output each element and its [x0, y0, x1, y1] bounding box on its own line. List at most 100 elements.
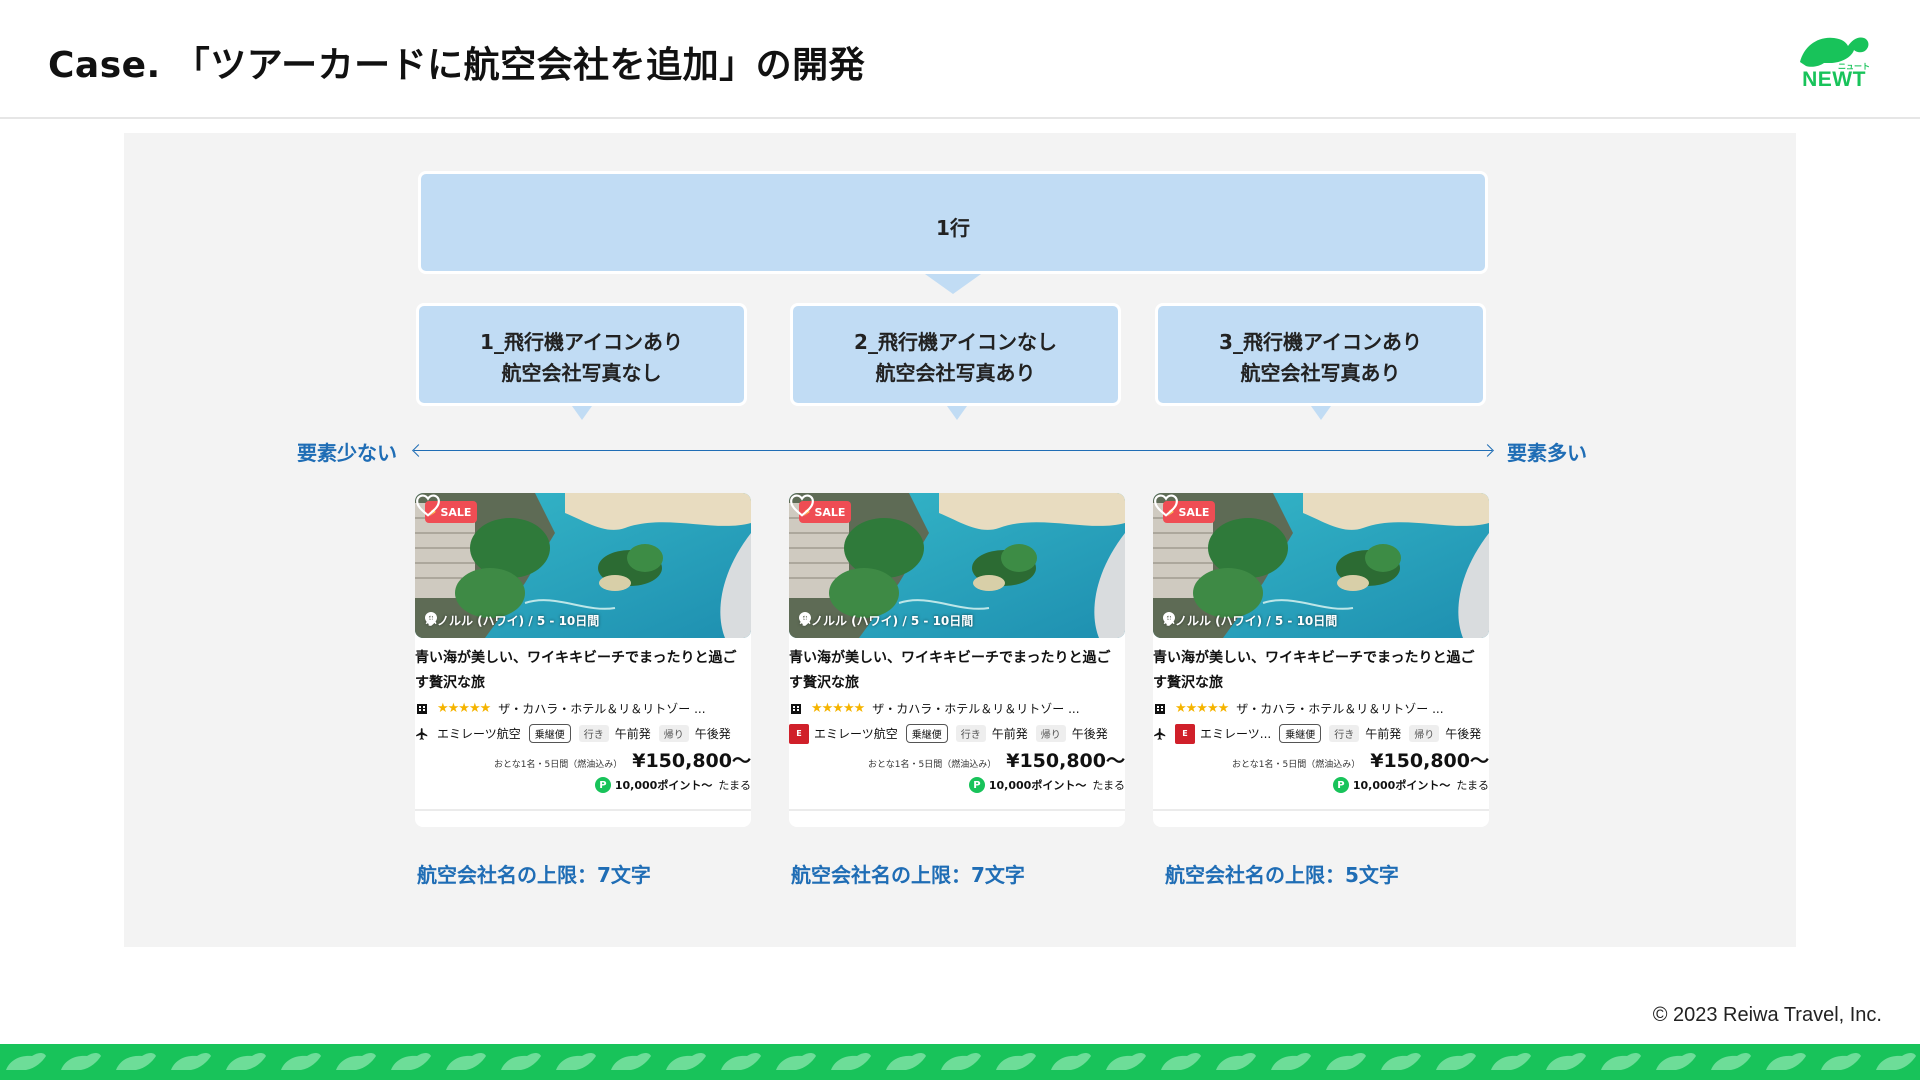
axis-line — [414, 450, 1492, 451]
turtle-pattern-mark — [171, 1053, 211, 1070]
top-bubble: 1行 — [418, 171, 1488, 274]
logo-text: NEWT — [1802, 68, 1866, 91]
airline-name: エミレーツ航空 — [437, 727, 521, 741]
option-bubble-3: 3_飛行機アイコンあり 航空会社写真あり — [1155, 303, 1486, 406]
price-row: おとな1名・5日間（燃油込み） ¥150,800〜 — [415, 746, 751, 774]
footer-pattern-band — [0, 1044, 1920, 1080]
location-label: ホノルル (ハワイ) / 5 - 10日間 — [1163, 612, 1337, 629]
heart-icon[interactable] — [789, 493, 815, 517]
card-body: 青い海が美しい、ワイキキビーチでまったりと過ごす贅沢な旅 ★★★★★ ザ・カハラ・ホ… — [415, 638, 751, 796]
hotel-name: ザ・カハラ・ホテル＆リ＆リトゾー ... — [498, 702, 706, 716]
airline-logo-icon: E — [1175, 723, 1195, 744]
star-rating-icon: ★★★★★ — [811, 701, 865, 716]
card-image[interactable]: ⚡ SALE ホノルル (ハワイ) / 5 - 10日間 — [415, 493, 751, 638]
turtle-pattern-mark — [886, 1053, 926, 1070]
points-p-icon: P — [968, 777, 985, 793]
turtle-pattern-mark — [996, 1053, 1036, 1070]
turtle-pattern-mark — [776, 1053, 816, 1070]
tour-card-3[interactable]: ⚡ SALE ホノルル (ハワイ) / 5 - 10日間 青い海が美しい、ワイキキビー… — [1153, 493, 1489, 827]
outbound-time: 午前発 — [991, 727, 1028, 741]
outbound-tag: 行き — [955, 725, 986, 742]
hotel-row: ★★★★★ ザ・カハラ・ホテル＆リ＆リトゾー ... — [789, 696, 1125, 721]
option-1-line2: 航空会社写真なし — [501, 361, 662, 385]
return-tag: 帰り — [658, 725, 689, 742]
turtle-pattern-mark — [1106, 1053, 1146, 1070]
card-body: 青い海が美しい、ワイキキビーチでまったりと過ごす贅沢な旅 ★★★★★ ザ・カハラ・ホ… — [1153, 638, 1489, 796]
header-divider — [0, 117, 1920, 119]
turtle-pattern-mark — [1876, 1053, 1916, 1070]
hotel-icon — [789, 702, 803, 716]
flight-row: E エミレーツ... 乗継便 行き 午前発 帰り 午後発 — [1153, 721, 1489, 746]
sale-label: SALE — [1178, 506, 1210, 519]
turtle-pattern-mark — [1601, 1053, 1641, 1070]
tour-card-2[interactable]: ⚡ SALE ホノルル (ハワイ) / 5 - 10日間青い海が美しい、ワイキキビー… — [789, 493, 1125, 827]
points-row: P 10,000ポイント〜 たまる — [1153, 774, 1489, 796]
axis-right-label: 要素多い — [1507, 441, 1587, 465]
turtle-pattern-mark — [226, 1053, 266, 1070]
option-bubble-1: 1_飛行機アイコンあり 航空会社写真なし — [416, 303, 747, 406]
turtle-pattern-mark — [281, 1053, 321, 1070]
turtle-pattern-mark — [1711, 1053, 1751, 1070]
option-2-line2: 航空会社写真あり — [875, 361, 1036, 385]
turtle-pattern-mark — [1436, 1053, 1476, 1070]
hotel-name: ザ・カハラ・ホテル＆リ＆リトゾー ... — [1236, 702, 1444, 716]
limit-label-2: 航空会社名の上限：7文字 — [791, 863, 1025, 887]
card-image[interactable]: ⚡ SALE ホノルル (ハワイ) / 5 - 10日間 — [1153, 493, 1489, 638]
turtle-pattern-mark — [611, 1053, 651, 1070]
points-value: 10,000ポイント〜 — [614, 779, 713, 792]
points-suffix: たまる — [718, 779, 751, 792]
card-image[interactable]: ⚡ SALE ホノルル (ハワイ) / 5 - 10日間 — [789, 493, 1125, 638]
top-bubble-label: 1行 — [936, 216, 970, 240]
heart-icon[interactable] — [415, 493, 441, 517]
turtle-pattern-mark — [61, 1053, 101, 1070]
price-note: おとな1名・5日間（燃油込み） — [1232, 760, 1361, 770]
airline-logo-icon: E — [789, 723, 809, 744]
option-1-line1: 1_飛行機アイコンあり — [480, 330, 683, 354]
price: ¥150,800〜 — [1006, 750, 1125, 772]
location-text: ホノルル (ハワイ) / 5 - 10日間 — [425, 614, 600, 628]
heart-icon[interactable] — [1153, 493, 1179, 517]
tour-card-1[interactable]: ⚡ SALE ホノルル (ハワイ) / 5 - 10日間青い海が美しい、ワイキキビー… — [415, 493, 751, 827]
flight-row: E エミレーツ航空 乗継便 行き 午前発 帰り 午後発 — [789, 721, 1125, 746]
points-row: P 10,000ポイント〜 たまる — [415, 774, 751, 796]
turtle-pattern-mark — [1821, 1053, 1861, 1070]
return-time: 午後発 — [1445, 727, 1482, 741]
return-tag: 帰り — [1035, 725, 1066, 742]
turtle-pattern-mark — [1656, 1053, 1696, 1070]
card-title[interactable]: 青い海が美しい、ワイキキビーチでまったりと過ごす贅沢な旅 — [415, 646, 745, 696]
location-text: ホノルル (ハワイ) / 5 - 10日間 — [799, 614, 974, 628]
turtle-pattern-mark — [556, 1053, 596, 1070]
location-text: ホノルル (ハワイ) / 5 - 10日間 — [1163, 614, 1338, 628]
option-3-line1: 3_飛行機アイコンあり — [1219, 330, 1422, 354]
points-p-icon: P — [1332, 777, 1349, 793]
option-bubble-2: 2_飛行機アイコンなし 航空会社写真あり — [790, 303, 1121, 406]
turtle-pattern — [6, 1053, 1916, 1070]
turtle-pattern-mark — [1326, 1053, 1366, 1070]
turtle-pattern-mark — [666, 1053, 706, 1070]
card-divider — [1153, 809, 1489, 811]
hotel-name: ザ・カハラ・ホテル＆リ＆リトゾー ... — [872, 702, 1080, 716]
option-3-tail — [1311, 406, 1331, 420]
turtle-pattern-mark — [1161, 1053, 1201, 1070]
location-pin-icon — [425, 612, 437, 626]
flight-row: エミレーツ航空 乗継便 行き 午前発 帰り 午後発 — [415, 721, 751, 746]
price: ¥150,800〜 — [632, 750, 751, 772]
price-note: おとな1名・5日間（燃油込み） — [494, 760, 623, 770]
star-rating-icon: ★★★★★ — [437, 701, 491, 716]
card-title[interactable]: 青い海が美しい、ワイキキビーチでまったりと過ごす贅沢な旅 — [789, 646, 1119, 696]
card-divider — [415, 809, 751, 811]
turtle-pattern-mark — [831, 1053, 871, 1070]
airline-name: エミレーツ航空 — [814, 727, 898, 741]
limit-label-1: 航空会社名の上限：7文字 — [417, 863, 651, 887]
plane-icon — [1153, 727, 1167, 741]
turtle-pattern-mark — [501, 1053, 541, 1070]
turtle-pattern-mark — [721, 1053, 761, 1070]
flight-type-tag: 乗継便 — [528, 724, 571, 743]
points-suffix: たまる — [1456, 779, 1489, 792]
card-title[interactable]: 青い海が美しい、ワイキキビーチでまったりと過ごす贅沢な旅 — [1153, 646, 1483, 696]
hotel-row: ★★★★★ ザ・カハラ・ホテル＆リ＆リトゾー ... — [1153, 696, 1489, 721]
hotel-row: ★★★★★ ザ・カハラ・ホテル＆リ＆リトゾー ... — [415, 696, 751, 721]
location-label: ホノルル (ハワイ) / 5 - 10日間 — [425, 612, 599, 629]
points-suffix: たまる — [1092, 779, 1125, 792]
flight-type-tag: 乗継便 — [905, 724, 948, 743]
